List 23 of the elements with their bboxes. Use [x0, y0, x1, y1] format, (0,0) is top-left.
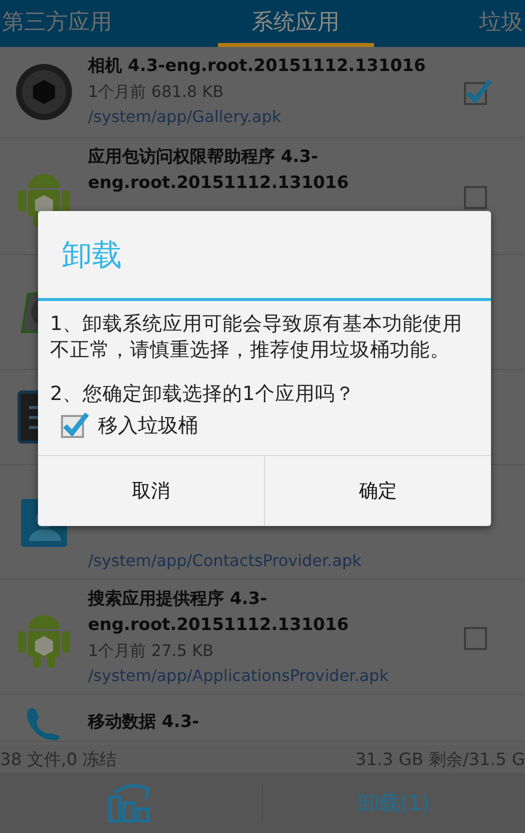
app-name: 应用包访问权限帮助程序 4.3-eng.root.20151112.131016: [88, 146, 350, 195]
trash-option-label: 移入垃圾桶: [98, 412, 198, 438]
app-row[interactable]: 移动数据 4.3-: [0, 695, 525, 742]
checkbox[interactable]: [463, 78, 493, 106]
dialog-button[interactable]: 确定: [264, 456, 491, 526]
tab[interactable]: 第三方应用: [0, 0, 114, 47]
dialog-question: 2、您确定卸载选择的1个应用吗？: [50, 381, 356, 407]
app-path: /system/app/ApplicationsProvider.apk: [88, 665, 390, 687]
dialog-message: 1、卸载系统应用可能会导致原有基本功能使用不正常，请慎重选择，推荐使用垃圾桶功能。: [50, 311, 464, 363]
app-name: 相机 4.3-eng.root.20151112.131016: [88, 55, 427, 78]
app-name: 搜索应用提供程序 4.3-eng.root.20151112.131016: [88, 588, 350, 637]
app-age-size: 1个月前 27.5 KB: [88, 640, 214, 662]
app-row[interactable]: 搜索应用提供程序 4.3-eng.root.20151112.131016 1个月前 27.5 KB /system/app/ApplicationsProvider.apk: [0, 580, 525, 695]
app-path: /system/app/ContactsProvider.apk: [88, 550, 362, 572]
app-path: /system/app/Gallery.apk: [88, 106, 282, 128]
dialog-title: 卸载: [38, 211, 491, 301]
dialog-button[interactable]: 取消: [38, 456, 264, 526]
app-row[interactable]: 相机 4.3-eng.root.20151112.131016 1个月前 681.8 KB /system/app/Gallery.apk: [0, 47, 525, 138]
app-age-size: 1个月前 681.8 KB: [88, 81, 225, 103]
tab[interactable]: 垃圾: [477, 0, 525, 47]
app-name: 移动数据 4.3-: [88, 711, 200, 734]
camera-lens-icon: [15, 63, 73, 121]
trash-checkbox[interactable]: [60, 411, 90, 439]
